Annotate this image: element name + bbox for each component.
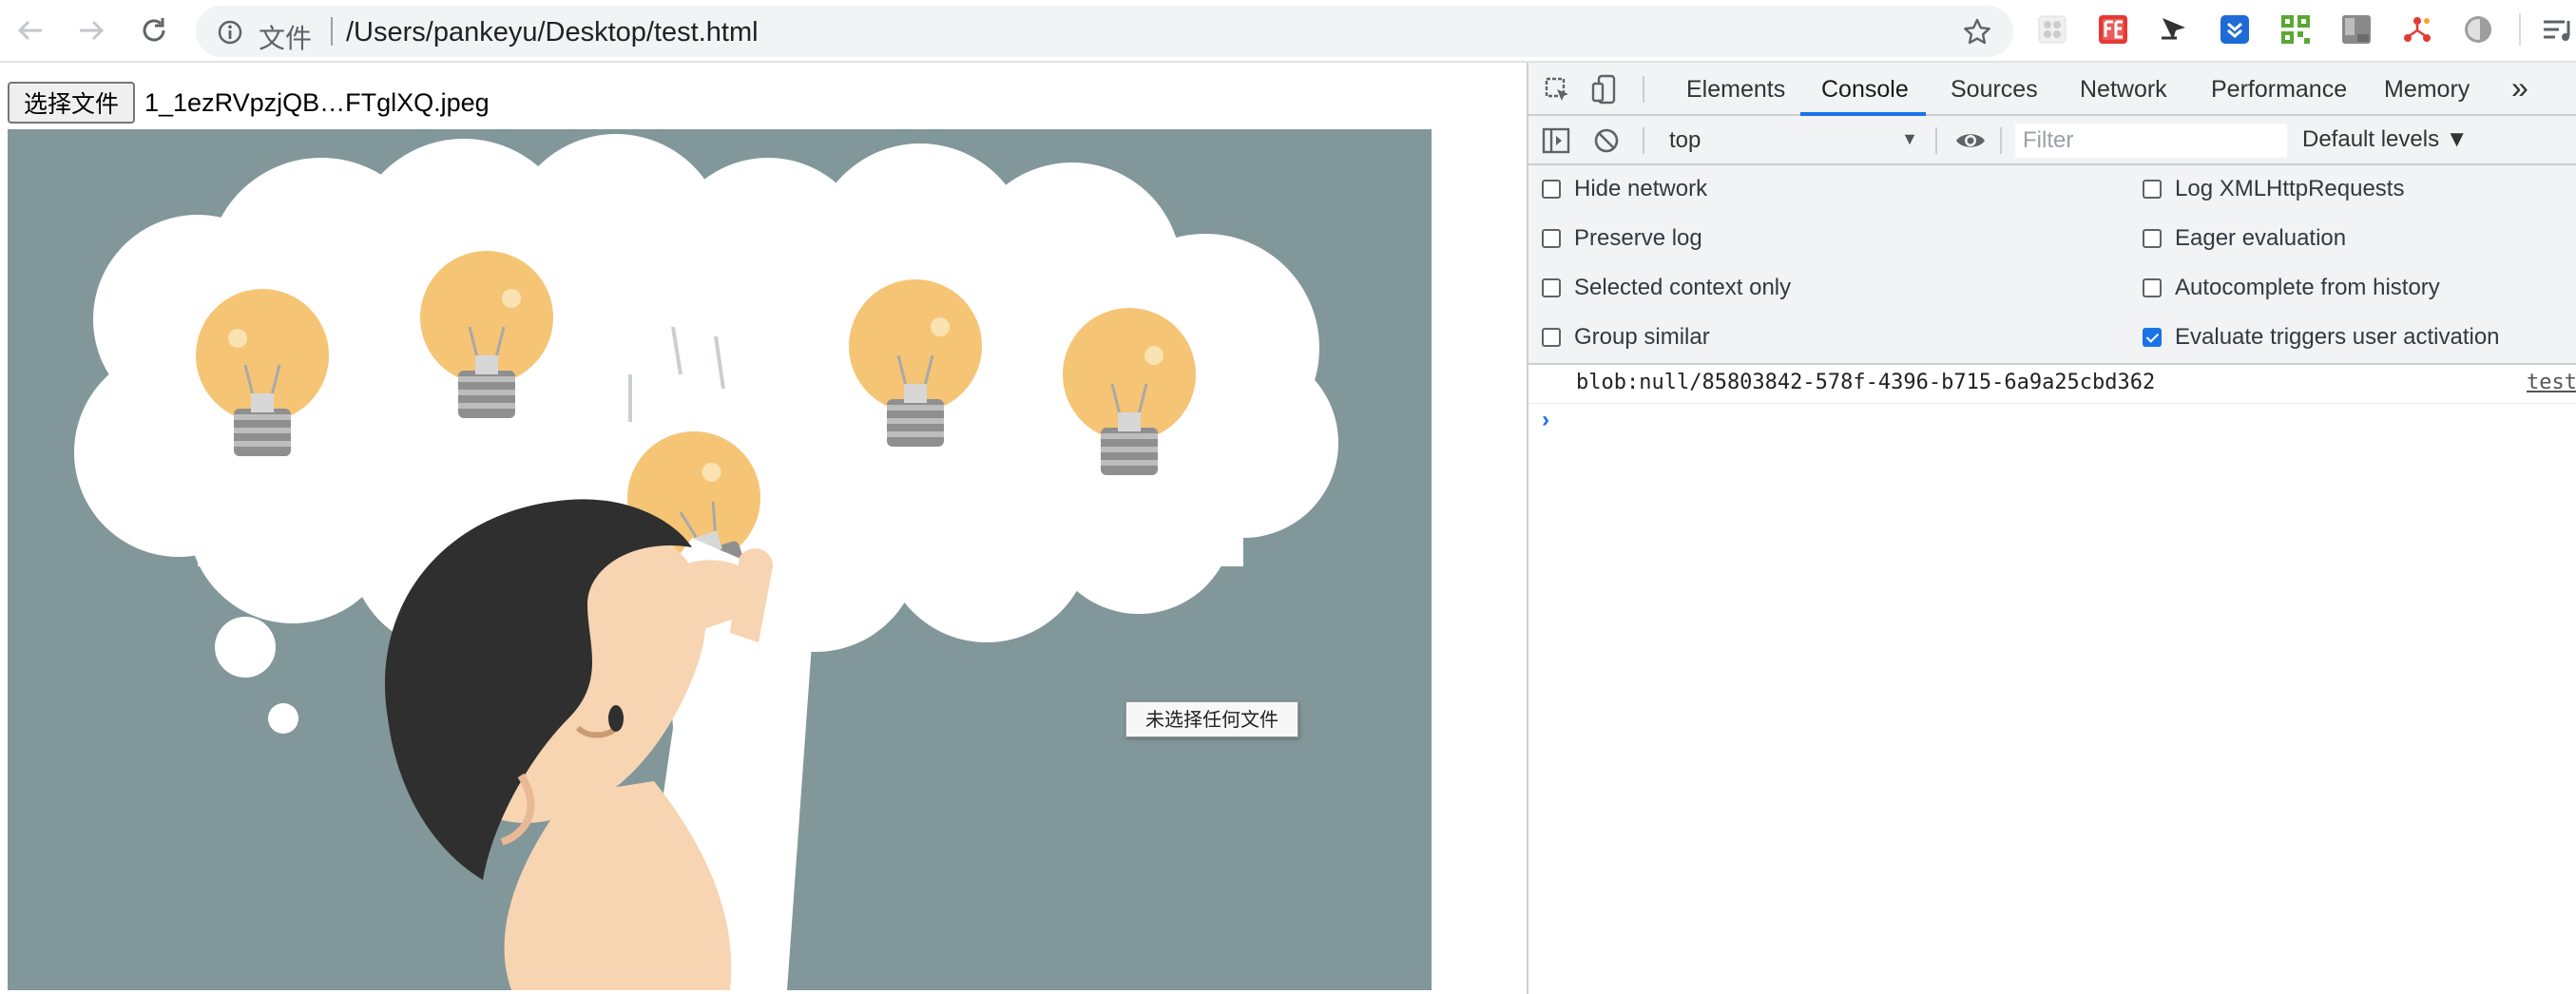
star-icon[interactable] bbox=[1962, 17, 1992, 48]
inspect-element-icon[interactable] bbox=[1544, 76, 1572, 105]
setting-group-similar[interactable]: Group similar bbox=[1542, 323, 1710, 352]
extension-rp-icon[interactable] bbox=[2340, 13, 2373, 46]
clear-console-icon[interactable] bbox=[1593, 127, 1620, 154]
extension-cursor-icon[interactable] bbox=[2158, 13, 2190, 46]
extension-circle-icon[interactable] bbox=[2462, 13, 2494, 46]
extension-fe-icon[interactable] bbox=[2097, 13, 2129, 46]
arrow-right-icon bbox=[80, 20, 105, 41]
arrow-left-icon bbox=[17, 20, 42, 41]
page-viewport: 选择文件 1_1ezRVpzjQB…FTglXQ.jpeg 未选择任何文件 bbox=[0, 63, 1527, 994]
toolbar-separator bbox=[2000, 127, 2002, 154]
more-tabs-button[interactable]: » bbox=[2511, 70, 2528, 105]
setting-label: Selected context only bbox=[1574, 275, 1792, 300]
tab-performance[interactable]: Performance bbox=[2211, 76, 2347, 104]
reload-icon bbox=[143, 18, 165, 42]
tab-elements[interactable]: Elements bbox=[1686, 76, 1785, 104]
context-value: top bbox=[1669, 127, 1701, 153]
setting-label: Hide network bbox=[1574, 176, 1708, 201]
browser-toolbar: 文件 /Users/pankeyu/Desktop/test.html bbox=[0, 0, 2576, 63]
checkbox[interactable] bbox=[1542, 278, 1561, 297]
back-button[interactable] bbox=[13, 13, 48, 48]
setting-log-xmlhttprequests[interactable]: Log XMLHttpRequests bbox=[2143, 175, 2404, 203]
tab-console[interactable]: Console bbox=[1821, 76, 1909, 104]
checkbox[interactable] bbox=[1542, 229, 1561, 248]
console-prompt[interactable]: › bbox=[1542, 407, 1549, 433]
toolbar-separator bbox=[1643, 127, 1644, 154]
console-message-source-link[interactable]: test bbox=[2527, 371, 2576, 394]
devtools-panel: Elements Console Sources Network Perform… bbox=[1527, 63, 2576, 994]
sidebar-toggle-icon[interactable] bbox=[1542, 127, 1570, 154]
console-toolbar: top ▼ Default levels ▼ bbox=[1528, 116, 2576, 165]
reading-list-icon[interactable] bbox=[2540, 13, 2576, 46]
setting-selected-context-only[interactable]: Selected context only bbox=[1542, 274, 1791, 302]
extension-qr-icon[interactable] bbox=[2279, 13, 2312, 46]
setting-label: Log XMLHttpRequests bbox=[2175, 176, 2405, 201]
extension-grid-icon[interactable] bbox=[2036, 13, 2068, 46]
choose-file-button[interactable]: 选择文件 bbox=[8, 82, 135, 124]
setting-autocomplete-from-history[interactable]: Autocomplete from history bbox=[2143, 274, 2440, 302]
devtools-tab-bar: Elements Console Sources Network Perform… bbox=[1528, 63, 2576, 116]
checkbox[interactable] bbox=[2143, 229, 2162, 248]
url-text[interactable]: /Users/pankeyu/Desktop/test.html bbox=[346, 17, 759, 48]
extension-download-icon[interactable] bbox=[2219, 13, 2251, 46]
checkbox[interactable] bbox=[2143, 180, 2162, 199]
forward-button[interactable] bbox=[74, 13, 108, 48]
file-scheme-label: 文件 bbox=[259, 24, 313, 53]
setting-label: Evaluate triggers user activation bbox=[2175, 324, 2500, 350]
reload-button[interactable] bbox=[137, 13, 171, 48]
checkbox[interactable] bbox=[2143, 278, 2162, 297]
checkbox[interactable] bbox=[1542, 328, 1561, 347]
tab-sources[interactable]: Sources bbox=[1951, 76, 2038, 104]
toolbar-separator bbox=[2519, 13, 2521, 46]
eye-icon[interactable] bbox=[1954, 129, 1987, 152]
tab-separator bbox=[1643, 76, 1644, 103]
chosen-file-name: 1_1ezRVpzjQB…FTglXQ.jpeg bbox=[144, 88, 490, 117]
file-input-tooltip: 未选择任何文件 bbox=[1125, 701, 1298, 737]
console-message-row: blob:null/85803842-578f-4396-b715-6a9a25… bbox=[1528, 365, 2576, 404]
log-levels-dropdown[interactable]: Default levels ▼ bbox=[2302, 126, 2469, 153]
toolbar-separator bbox=[1935, 127, 1937, 154]
setting-eager-evaluation[interactable]: Eager evaluation bbox=[2143, 224, 2346, 253]
tab-network[interactable]: Network bbox=[2080, 76, 2167, 104]
setting-label: Autocomplete from history bbox=[2175, 275, 2440, 300]
setting-evaluate-triggers-user-activation[interactable]: Evaluate triggers user activation bbox=[2143, 323, 2500, 352]
setting-label: Preserve log bbox=[1574, 225, 1702, 251]
checkbox[interactable] bbox=[1542, 180, 1561, 199]
context-selector[interactable]: top ▼ bbox=[1665, 125, 1918, 156]
setting-label: Group similar bbox=[1574, 324, 1710, 350]
setting-hide-network[interactable]: Hide network bbox=[1542, 175, 1707, 203]
device-toolbar-icon[interactable] bbox=[1591, 74, 1620, 105]
address-separator bbox=[331, 17, 333, 46]
dropdown-arrow-icon: ▼ bbox=[1901, 129, 1918, 148]
address-bar[interactable]: 文件 /Users/pankeyu/Desktop/test.html bbox=[196, 6, 2013, 57]
console-settings-pane: Hide network Preserve log Selected conte… bbox=[1528, 165, 2576, 365]
preview-image bbox=[8, 129, 1432, 990]
setting-preserve-log[interactable]: Preserve log bbox=[1542, 224, 1702, 253]
console-message-text: blob:null/85803842-578f-4396-b715-6a9a25… bbox=[1576, 371, 2156, 394]
setting-label: Eager evaluation bbox=[2175, 225, 2347, 251]
info-icon[interactable] bbox=[217, 19, 243, 46]
checkbox-checked[interactable] bbox=[2143, 328, 2162, 347]
tab-memory[interactable]: Memory bbox=[2384, 76, 2470, 104]
console-filter-input[interactable] bbox=[2015, 124, 2287, 158]
extension-network-icon[interactable] bbox=[2401, 13, 2433, 46]
